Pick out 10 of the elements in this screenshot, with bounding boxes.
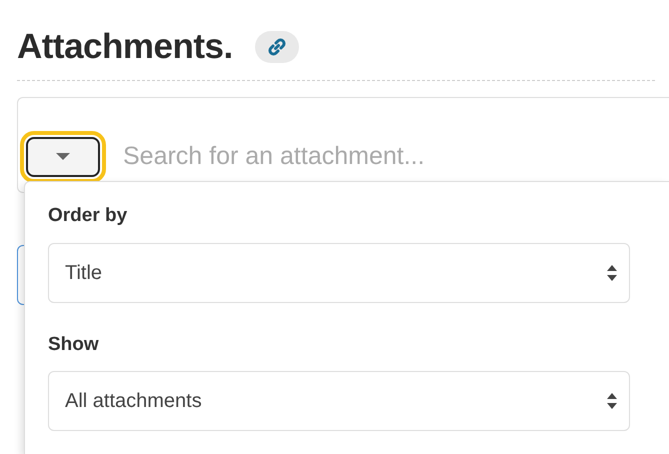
select-field[interactable]: Title xyxy=(48,242,630,302)
page-title: Attachments. xyxy=(17,26,233,68)
field-label: Order by xyxy=(48,204,128,228)
link-button[interactable] xyxy=(254,31,299,63)
select-field[interactable]: All attachments xyxy=(48,371,630,431)
search-field[interactable]: Search for an attachment... xyxy=(123,138,623,176)
field-label: Show xyxy=(48,332,100,356)
link-icon xyxy=(268,38,286,56)
caret-icon xyxy=(56,152,70,160)
search-bar[interactable]: Search for an attachment... xyxy=(17,97,669,193)
